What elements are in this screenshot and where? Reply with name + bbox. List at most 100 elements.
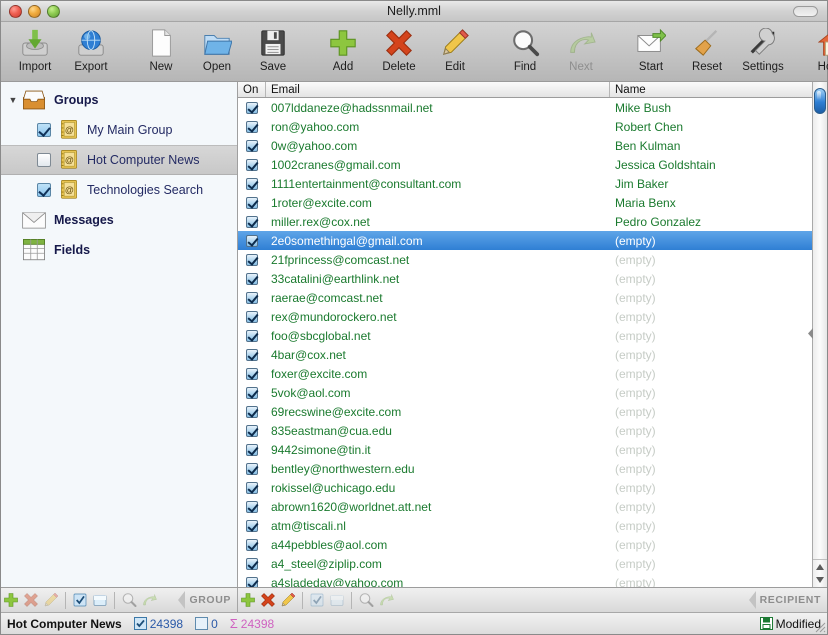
zoom-button[interactable] [47,5,60,18]
scrollbar-thumb[interactable] [814,88,826,114]
sidebar-checkbox[interactable] [37,123,51,137]
sidebar-item-my-main-group[interactable]: @ My Main Group [1,115,237,145]
toolbar-toggle-button[interactable] [793,6,818,17]
row-checkbox-checked-icon[interactable] [246,368,258,380]
table-row[interactable]: 835eastman@cua.edu (empty) [238,421,812,440]
scrollbar-track[interactable] [813,82,827,559]
row-checkbox-checked-icon[interactable] [246,539,258,551]
row-checkbox-cell[interactable] [238,501,266,513]
table-row[interactable]: miller.rex@cox.net Pedro Gonzalez [238,212,812,231]
uncheck-all-button[interactable] [90,588,110,612]
edit-recipient-button[interactable] [278,588,298,612]
uncheck-all-recipients-button[interactable] [327,588,347,612]
row-checkbox-cell[interactable] [238,577,266,588]
column-header-email[interactable]: Email [266,82,610,97]
table-row[interactable]: atm@tiscali.nl (empty) [238,516,812,535]
sidebar-item-messages[interactable]: Messages [1,205,237,235]
table-row[interactable]: 69recswine@excite.com (empty) [238,402,812,421]
toolbar-button-new[interactable]: New [133,22,189,81]
row-checkbox-cell[interactable] [238,292,266,304]
row-checkbox-cell[interactable] [238,406,266,418]
row-checkbox-cell[interactable] [238,482,266,494]
row-checkbox-cell[interactable] [238,197,266,209]
row-checkbox-cell[interactable] [238,368,266,380]
delete-recipient-button[interactable] [258,588,278,612]
row-checkbox-cell[interactable] [238,140,266,152]
row-checkbox-cell[interactable] [238,159,266,171]
row-checkbox-checked-icon[interactable] [246,330,258,342]
toolbar-button-open[interactable]: Open [189,22,245,81]
row-checkbox-checked-icon[interactable] [246,577,258,588]
row-checkbox-cell[interactable] [238,425,266,437]
row-checkbox-cell[interactable] [238,102,266,114]
table-row[interactable]: 1002cranes@gmail.com Jessica Goldshtain [238,155,812,174]
table-row[interactable]: 9442simone@tin.it (empty) [238,440,812,459]
sidebar-checkbox[interactable] [37,153,51,167]
row-checkbox-cell[interactable] [238,311,266,323]
table-row[interactable]: abrown1620@worldnet.att.net (empty) [238,497,812,516]
resize-grip[interactable] [813,620,826,633]
row-checkbox-checked-icon[interactable] [246,292,258,304]
table-row[interactable]: 1111entertainment@consultant.com Jim Bak… [238,174,812,193]
delete-group-button[interactable] [21,588,41,612]
sidebar-item-hot-computer-news[interactable]: @ Hot Computer News [1,145,237,175]
toolbar-button-next[interactable]: Next [553,22,609,81]
scrollbar-arrows[interactable] [813,559,827,587]
add-recipient-button[interactable] [238,588,258,612]
row-checkbox-checked-icon[interactable] [246,311,258,323]
table-row[interactable]: foxer@excite.com (empty) [238,364,812,383]
toolbar-button-home[interactable]: Home [805,22,828,81]
table-row[interactable]: 0w@yahoo.com Ben Kulman [238,136,812,155]
row-checkbox-cell[interactable] [238,330,266,342]
row-checkbox-cell[interactable] [238,121,266,133]
row-checkbox-checked-icon[interactable] [246,273,258,285]
table-row[interactable]: 21fprincess@comcast.net (empty) [238,250,812,269]
table-row[interactable]: foo@sbcglobal.net (empty) [238,326,812,345]
table-row[interactable]: 33catalini@earthlink.net (empty) [238,269,812,288]
row-checkbox-checked-icon[interactable] [246,463,258,475]
table-row[interactable]: a44pebbles@aol.com (empty) [238,535,812,554]
row-checkbox-cell[interactable] [238,178,266,190]
table-row[interactable]: a4_steel@ziplip.com (empty) [238,554,812,573]
table-row[interactable]: bentley@northwestern.edu (empty) [238,459,812,478]
column-header-name[interactable]: Name [610,82,812,97]
row-checkbox-cell[interactable] [238,235,266,247]
check-all-button[interactable] [70,588,90,612]
row-checkbox-checked-icon[interactable] [246,444,258,456]
table-row[interactable]: 1roter@excite.com Maria Benx [238,193,812,212]
row-checkbox-checked-icon[interactable] [246,178,258,190]
sidebar-item-technologies-search[interactable]: @ Technologies Search [1,175,237,205]
column-header-on[interactable]: On [238,82,266,97]
sidebar-item-fields[interactable]: Fields [1,235,237,265]
table-row[interactable]: ron@yahoo.com Robert Chen [238,117,812,136]
scroll-up-icon[interactable] [816,564,824,570]
table-row[interactable]: 2e0somethingal@gmail.com (empty) [238,231,812,250]
row-checkbox-cell[interactable] [238,254,266,266]
toolbar-button-start[interactable]: Start [623,22,679,81]
edit-group-button[interactable] [41,588,61,612]
toolbar-button-export[interactable]: Export [63,22,119,81]
row-checkbox-checked-icon[interactable] [246,254,258,266]
row-checkbox-checked-icon[interactable] [246,102,258,114]
check-all-recipients-button[interactable] [307,588,327,612]
row-checkbox-checked-icon[interactable] [246,140,258,152]
minimize-button[interactable] [28,5,41,18]
row-checkbox-checked-icon[interactable] [246,501,258,513]
row-checkbox-checked-icon[interactable] [246,197,258,209]
row-checkbox-checked-icon[interactable] [246,235,258,247]
scroll-down-icon[interactable] [816,577,824,583]
toolbar-button-find[interactable]: Find [497,22,553,81]
toolbar-button-settings[interactable]: Settings [735,22,791,81]
sidebar-checkbox[interactable] [37,183,51,197]
row-checkbox-checked-icon[interactable] [246,520,258,532]
table-row[interactable]: rex@mundorockero.net (empty) [238,307,812,326]
row-checkbox-checked-icon[interactable] [246,216,258,228]
row-checkbox-cell[interactable] [238,539,266,551]
toolbar-button-edit[interactable]: Edit [427,22,483,81]
row-checkbox-checked-icon[interactable] [246,558,258,570]
toolbar-button-add[interactable]: Add [315,22,371,81]
row-checkbox-checked-icon[interactable] [246,121,258,133]
next-group-button[interactable] [139,588,159,612]
close-button[interactable] [9,5,22,18]
row-checkbox-cell[interactable] [238,273,266,285]
